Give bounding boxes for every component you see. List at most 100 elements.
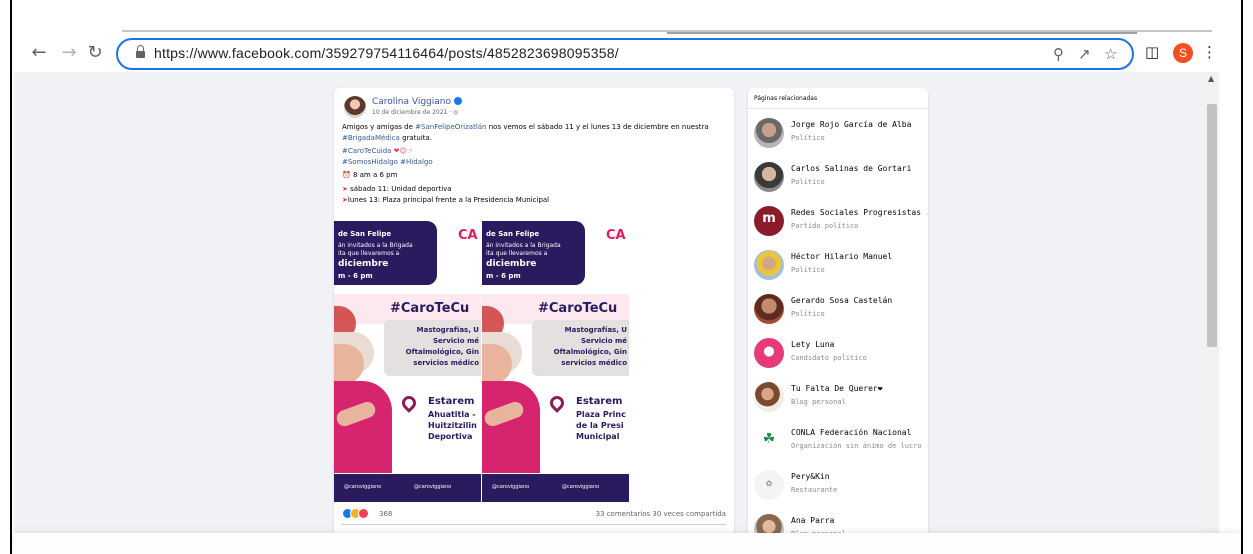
related-page-item[interactable]: Héctor Hilario Manuel Político	[748, 246, 928, 290]
hashtag-link[interactable]: #SomosHidalgo #Hidalgo	[342, 158, 433, 166]
facebook-post: Carolina Viggiano 10 de diciembre de 202…	[334, 88, 734, 554]
page-avatar[interactable]: m	[754, 206, 784, 236]
page-name[interactable]: Gerardo Sosa Castelán	[791, 296, 892, 305]
emoji-icon: ❤☺☞	[391, 147, 414, 155]
page-name[interactable]: CONLA Federación Nacional	[791, 428, 911, 437]
page-viewport: Carolina Viggiano 10 de diciembre de 202…	[14, 72, 1205, 554]
verified-badge-icon	[454, 97, 463, 105]
page-avatar[interactable]	[754, 338, 784, 368]
page-name[interactable]: Carlos Salinas de Gortari	[791, 164, 911, 173]
flyer-service-text: Mastografías, U	[564, 326, 627, 334]
page-category: Partido político	[791, 222, 859, 230]
page-avatar[interactable]	[754, 294, 784, 324]
post-text-time: ⏰ 8 am a 6 pm	[342, 171, 398, 179]
page-category: Político	[791, 134, 825, 142]
flyer-image-left[interactable]: de San Felipe án invitados a la Brigada …	[334, 216, 481, 502]
post-date[interactable]: 10 de diciembre de 2021 · ◎	[372, 109, 458, 116]
flyer-service-text: Oftalmológico, Gin	[553, 348, 627, 356]
flyer-service-text: Mastografías, U	[416, 326, 479, 334]
page-avatar[interactable]	[754, 250, 784, 280]
post-text-line-1: Amigos y amigas de #SanFelipeOrizatlán n…	[342, 123, 709, 131]
related-page-item[interactable]: ✿ Pery&Kin Restaurante	[748, 466, 928, 510]
page-category: Candidato político	[791, 354, 867, 362]
flyer-location-text: Ahuatitla -	[428, 410, 476, 419]
hashtag-link[interactable]: #BrigadaMédica	[342, 134, 400, 142]
page-name[interactable]: Lety Luna	[791, 340, 834, 349]
related-pages-panel: Páginas relacionadas Jorge Rojo García d…	[748, 88, 928, 554]
post-text-line-3: #CaroTeCuida ❤☺☞	[342, 147, 413, 155]
page-avatar[interactable]: ✿	[754, 470, 784, 500]
page-category: Político	[791, 310, 825, 318]
flyer-header-text: án invitados a la Brigada	[486, 242, 561, 249]
post-text-saturday: ➤ sábado 11: Unidad deportiva	[342, 185, 452, 193]
page-name[interactable]: Héctor Hilario Manuel	[791, 252, 892, 261]
post-images[interactable]: de San Felipe án invitados a la Brigada …	[334, 216, 629, 502]
post-text-line-2: #BrigadaMédica gratuita.	[342, 134, 433, 142]
flyer-services-box: Mastografías, U Servicio mé Oftalmológic…	[532, 320, 629, 376]
flyer-header-text: ita que llevaremos a	[486, 250, 548, 257]
flyer-location-text: Deportiva	[428, 432, 473, 441]
flyer-location-text: Plaza Princ	[576, 410, 626, 419]
scrollbar-thumb[interactable]	[1207, 104, 1217, 347]
share-icon[interactable]: ↗	[1078, 45, 1091, 63]
reaction-count[interactable]: 368	[379, 510, 392, 518]
page-category: Blog personal	[791, 398, 846, 406]
flyer-header-text: de San Felipe	[486, 230, 540, 238]
hashtag-link[interactable]: #CaroTeCuida	[342, 147, 391, 155]
page-name[interactable]: Tu Falta De Querer❤	[791, 384, 883, 393]
related-page-item[interactable]: Gerardo Sosa Castelán Político	[748, 290, 928, 334]
comments-shares-count[interactable]: 33 comentarios 30 veces compartida	[596, 510, 726, 518]
page-name[interactable]: Redes Sociales Progresistas ...	[791, 208, 928, 217]
related-page-item[interactable]: Tu Falta De Querer❤ Blog personal	[748, 378, 928, 422]
address-bar[interactable]: https://www.facebook.com/359279754116464…	[116, 38, 1134, 70]
flyer-header-text: m - 6 pm	[486, 272, 521, 280]
menu-kebab-icon[interactable]: ⋮	[1202, 43, 1217, 61]
page-category: Restaurante	[791, 486, 838, 494]
page-category: Político	[791, 266, 825, 274]
zoom-icon[interactable]: ⚲	[1053, 45, 1064, 63]
related-page-item[interactable]: m Redes Sociales Progresistas ... Partid…	[748, 202, 928, 246]
related-pages-title: Páginas relacionadas	[754, 95, 818, 102]
flyer-location-title: Estarem	[428, 396, 475, 407]
flyer-service-text: Oftalmológico, Gin	[405, 348, 479, 356]
reload-icon[interactable]: ↻	[84, 42, 106, 64]
related-page-item[interactable]: Lety Luna Candidato político	[748, 334, 928, 378]
bottom-overlay	[14, 533, 1241, 554]
scroll-up-arrow-icon[interactable]: ▲	[1208, 74, 1214, 83]
flyer-hashtag: #CaroTeCu	[538, 301, 618, 316]
page-avatar[interactable]	[754, 162, 784, 192]
flyer-footer: @caroviggiano @caroviggiano	[482, 474, 629, 502]
related-page-item[interactable]: Jorge Rojo García de Alba Político	[748, 114, 928, 158]
love-reaction-icon	[358, 508, 369, 519]
flyer-header-text: án invitados a la Brigada	[338, 242, 413, 249]
vertical-scrollbar[interactable]: ▲	[1205, 72, 1219, 554]
forward-arrow-icon[interactable]: →	[58, 42, 80, 64]
post-author[interactable]: Carolina Viggiano	[372, 97, 463, 107]
flyer-image-right[interactable]: de San Felipe án invitados a la Brigada …	[482, 216, 629, 502]
browser-window: ← → ↻ https://www.facebook.com/359279754…	[10, 0, 1243, 554]
post-text-line-4: #SomosHidalgo #Hidalgo	[342, 158, 433, 166]
flyer-header: de San Felipe án invitados a la Brigada …	[482, 221, 585, 285]
related-page-item[interactable]: Carlos Salinas de Gortari Político	[748, 158, 928, 202]
page-avatar[interactable]: ☘	[754, 426, 784, 456]
page-name[interactable]: Pery&Kin	[791, 472, 830, 481]
url-text[interactable]: https://www.facebook.com/359279754116464…	[154, 45, 619, 61]
page-name[interactable]: Jorge Rojo García de Alba	[791, 120, 911, 129]
bookmark-star-icon[interactable]: ☆	[1104, 45, 1117, 63]
page-category: Organización sin ánimo de lucro	[791, 442, 922, 450]
side-panel-icon[interactable]: ◫	[1145, 43, 1159, 61]
page-name[interactable]: Ana Parra	[791, 516, 834, 525]
flyer-header-text: diciembre	[338, 259, 389, 269]
hashtag-link[interactable]: #SanFelipeOrizatlán	[415, 123, 486, 131]
page-avatar[interactable]	[754, 382, 784, 412]
back-arrow-icon[interactable]: ←	[28, 42, 50, 64]
profile-avatar[interactable]: S	[1173, 43, 1193, 63]
panel-divider	[748, 108, 928, 109]
author-avatar[interactable]	[344, 96, 366, 118]
flyer-services-box: Mastografías, U Servicio mé Oftalmológic…	[384, 320, 481, 376]
flyer-service-text: servicios médico	[561, 359, 627, 367]
flyer-header-text: m - 6 pm	[338, 272, 373, 280]
page-avatar[interactable]	[754, 118, 784, 148]
flyer-location-text: de la Presi	[576, 421, 624, 430]
related-page-item[interactable]: ☘ CONLA Federación Nacional Organización…	[748, 422, 928, 466]
